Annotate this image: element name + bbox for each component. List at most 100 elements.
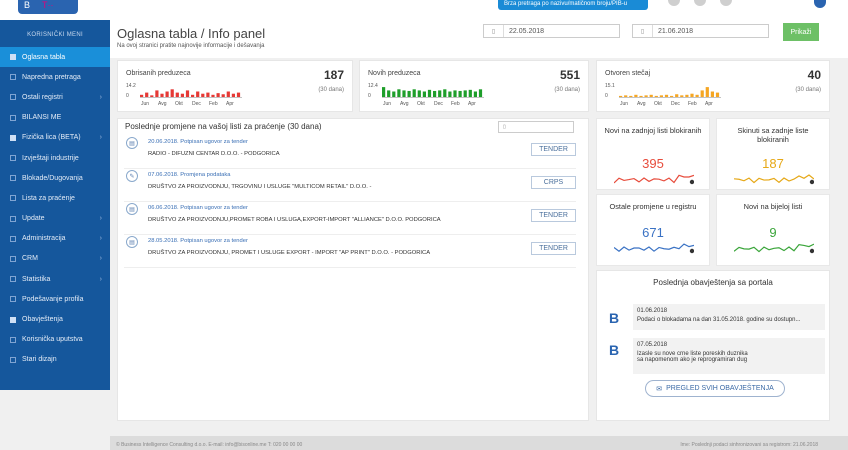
sidebar-item[interactable]: Obavještenja bbox=[0, 309, 110, 329]
user-icon[interactable] bbox=[814, 0, 826, 8]
sidebar-item[interactable]: Blokade/Dugovanja bbox=[0, 168, 110, 188]
bell-icon[interactable] bbox=[720, 0, 732, 6]
sidebar-item[interactable]: Oglasna tabla bbox=[0, 47, 110, 68]
stat-title: Novih preduzeca bbox=[368, 70, 421, 77]
date-from-field[interactable]: ▯ 22.05.2018 bbox=[483, 24, 620, 38]
month-label: Apr bbox=[226, 101, 234, 107]
bar bbox=[221, 94, 225, 97]
square-icon bbox=[10, 114, 16, 121]
bar bbox=[382, 87, 386, 97]
stat-card-bankruptcy: Otvoren stečaj 40 (30 dana) 15.1 0 Jun Avg O… bbox=[596, 60, 830, 112]
watchlist-search-input[interactable]: ▯ bbox=[498, 121, 574, 133]
trend-end-dot bbox=[689, 179, 694, 185]
sidebar-item-label: Oglasna tabla bbox=[22, 53, 66, 61]
month-label: Apr bbox=[705, 101, 713, 107]
news-text-2: sa napomenom ako je reprogramiran dug bbox=[637, 357, 748, 363]
sidebar-item[interactable]: Administracija › bbox=[0, 229, 110, 249]
bar bbox=[392, 91, 396, 97]
bar bbox=[191, 94, 195, 97]
square-icon bbox=[10, 195, 16, 202]
y-max-label: 14.2 bbox=[126, 83, 136, 89]
sidebar-item-label: Blokade/Dugovanja bbox=[22, 174, 83, 182]
trend-path bbox=[614, 174, 694, 184]
sidebar-item[interactable]: CRM › bbox=[0, 249, 110, 269]
summary-card[interactable]: Ostale promjene u registru 671 bbox=[596, 194, 710, 266]
square-icon bbox=[10, 356, 16, 363]
row-tag[interactable]: TENDER bbox=[531, 242, 576, 255]
row-meta[interactable]: 07.06.2018. Promjena podataka bbox=[148, 172, 231, 178]
square-icon bbox=[10, 94, 16, 101]
sidebar-item[interactable]: Statistika › bbox=[0, 269, 110, 289]
row-tag[interactable]: TENDER bbox=[531, 143, 576, 156]
top-bar: B T·· Brza pretraga po nazivu/matičnom br… bbox=[0, 0, 848, 20]
sidebar-item[interactable]: Fizička lica (BETA) › bbox=[0, 128, 110, 148]
square-icon bbox=[10, 255, 16, 262]
month-label: Okt bbox=[417, 101, 425, 107]
sparkline-chart: 14.2 0 Jun Avg Okt Dec Feb Apr bbox=[126, 83, 242, 107]
show-button[interactable]: Prikaži bbox=[783, 23, 819, 41]
month-label: Avg bbox=[158, 101, 167, 107]
bar bbox=[639, 95, 643, 97]
chevron-right-icon: › bbox=[99, 93, 102, 101]
sidebar-item[interactable]: BILANSI ME bbox=[0, 108, 110, 128]
bar bbox=[463, 90, 467, 97]
bar bbox=[458, 90, 462, 97]
bar bbox=[433, 90, 437, 97]
summary-title: Novi na zadnjoj listi blokiranih bbox=[604, 126, 702, 135]
cloud-icon[interactable] bbox=[668, 0, 680, 6]
document-icon: ▤ bbox=[126, 236, 138, 248]
gear-icon[interactable] bbox=[694, 0, 706, 6]
trend-line bbox=[614, 243, 694, 254]
sidebar-item[interactable]: Ostali registri › bbox=[0, 87, 110, 107]
watchlist-row[interactable]: ▤ 28.05.2018. Potpisan ugovor za tender … bbox=[124, 236, 576, 268]
bar bbox=[670, 95, 674, 97]
square-icon bbox=[10, 296, 16, 303]
month-label: Feb bbox=[451, 101, 460, 107]
row-tag[interactable]: TENDER bbox=[531, 209, 576, 222]
date-to-value: 21.06.2018 bbox=[658, 27, 694, 35]
sidebar-item[interactable]: Lista za praćenje bbox=[0, 188, 110, 208]
summary-card[interactable]: Skinuti sa zadnje liste blokiranih 187 bbox=[716, 118, 830, 190]
sidebar-title: KORISNIČKI MENI bbox=[27, 32, 83, 38]
square-icon bbox=[10, 215, 16, 222]
bar bbox=[659, 95, 663, 97]
row-company: DRUŠTVO ZA PROIZVODNJU,PROMET ROBA I USL… bbox=[148, 217, 441, 223]
watchlist-row[interactable]: ▤ 06.06.2018. Potpisan ugovor za tender … bbox=[124, 203, 576, 235]
sidebar-item[interactable]: Podešavanje profila bbox=[0, 289, 110, 309]
all-news-button[interactable]: ✉ PREGLED SVIH OBAVJEŠTENJA bbox=[645, 380, 785, 397]
news-item[interactable]: 07.05.2018 Izasle su nove crne liste por… bbox=[633, 338, 825, 374]
bar bbox=[387, 90, 391, 97]
row-meta[interactable]: 06.06.2018. Potpisan ugovor za tender bbox=[148, 205, 248, 211]
sidebar-item[interactable]: Napredna pretraga bbox=[0, 67, 110, 87]
date-from-value: 22.05.2018 bbox=[509, 27, 545, 35]
bar bbox=[231, 93, 235, 97]
bar bbox=[160, 93, 164, 97]
sidebar-item-label: Obavještenja bbox=[22, 316, 63, 324]
bar bbox=[140, 94, 144, 97]
sparkline-chart: 15.1 0 Jun Avg Okt Dec Feb Apr bbox=[605, 83, 721, 107]
footer: © Business Intelligence Consulting d.o.o… bbox=[110, 436, 848, 450]
date-to-field[interactable]: ▯ 21.06.2018 bbox=[632, 24, 769, 38]
search-input[interactable]: Brza pretraga po nazivu/matičnom broju/P… bbox=[498, 0, 648, 10]
logo[interactable]: B T·· bbox=[18, 0, 78, 14]
summary-card[interactable]: Novi na zadnjoj listi blokiranih 395 bbox=[596, 118, 710, 190]
bar bbox=[644, 95, 648, 97]
trend-end-dot bbox=[809, 248, 814, 254]
divider bbox=[124, 267, 576, 268]
calendar-icon: ▯ bbox=[484, 25, 504, 37]
row-meta[interactable]: 28.05.2018. Potpisan ugovor za tender bbox=[148, 238, 248, 244]
news-text: Podaci o blokadama na dan 31.05.2018. go… bbox=[637, 317, 801, 323]
watchlist-row[interactable]: ✎ 07.06.2018. Promjena podataka DRUŠTVO … bbox=[124, 170, 576, 202]
row-tag[interactable]: CRPS bbox=[531, 176, 576, 189]
bar bbox=[690, 93, 694, 97]
sidebar-item[interactable]: Izvještaji industrije bbox=[0, 148, 110, 168]
sidebar-item[interactable]: Korisnička uputstva bbox=[0, 330, 110, 350]
summary-card[interactable]: Novi na bijeloj listi 9 bbox=[716, 194, 830, 266]
summary-title: Ostale promjene u registru bbox=[609, 202, 697, 211]
news-item[interactable]: 01.06.2018 Podaci o blokadama na dan 31.… bbox=[633, 304, 825, 330]
row-meta[interactable]: 20.06.2018. Potpisan ugovor za tender bbox=[148, 139, 248, 145]
news-logo-icon: B bbox=[609, 310, 620, 326]
sidebar-item[interactable]: Update › bbox=[0, 209, 110, 229]
watchlist-row[interactable]: ▤ 20.06.2018. Potpisan ugovor za tender … bbox=[124, 137, 576, 169]
sidebar-item[interactable]: Stari dizajn bbox=[0, 350, 110, 370]
